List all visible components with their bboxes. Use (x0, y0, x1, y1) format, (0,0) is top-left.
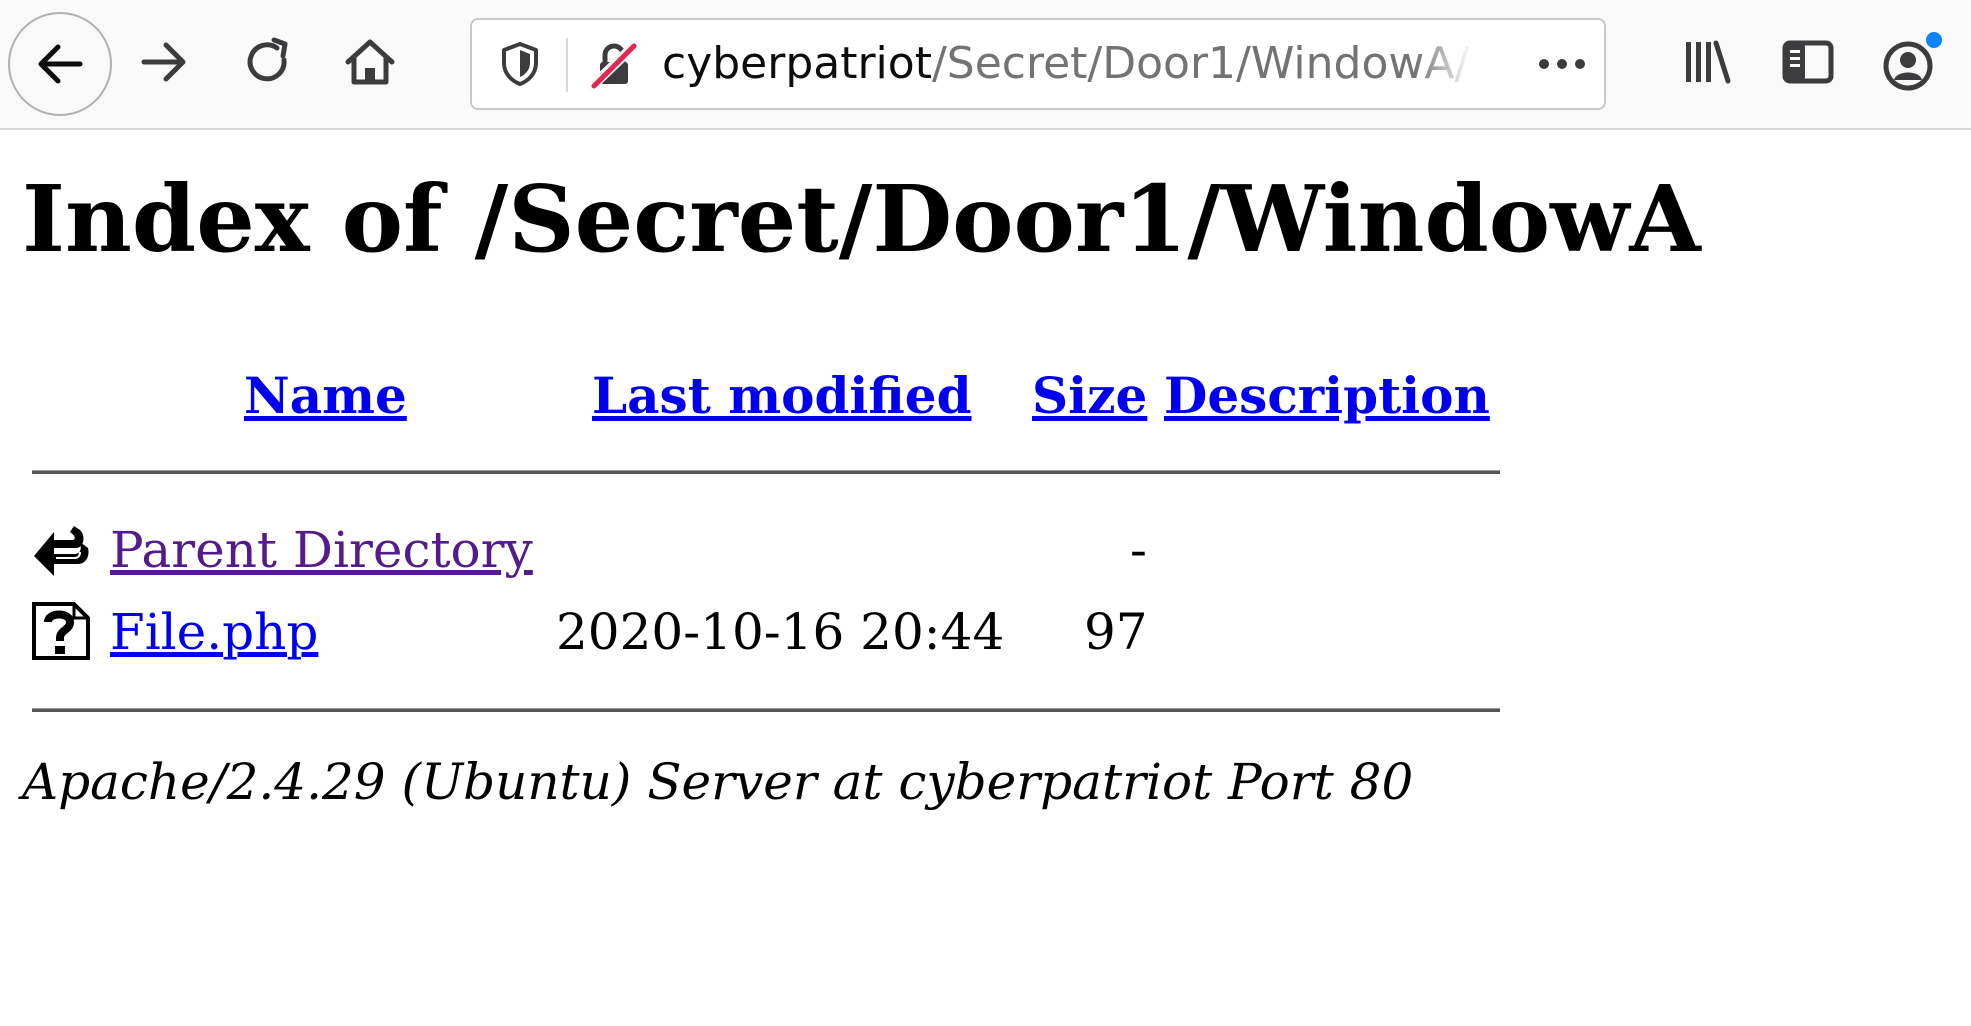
more-dots-icon (1539, 59, 1585, 69)
library-button[interactable] (1676, 30, 1740, 94)
home-icon (345, 39, 395, 85)
url-text[interactable]: cyberpatriot/Secret/Door1/WindowA/ (662, 20, 1472, 108)
sort-by-description-link[interactable]: Description (1164, 364, 1490, 428)
page-title: Index of /Secret/Door1/WindowA (22, 165, 1701, 273)
account-button[interactable] (1876, 28, 1946, 98)
url-host: cyberpatriot (662, 38, 932, 89)
insecure-connection-lock-icon[interactable] (586, 36, 642, 92)
file-link-file-php[interactable]: File.php (110, 600, 318, 664)
forward-arrow-icon (141, 42, 186, 82)
browser-toolbar: cyberpatriot/Secret/Door1/WindowA/ (0, 0, 1971, 130)
reload-icon (247, 37, 288, 82)
account-icon (1883, 32, 1942, 91)
page-actions-button[interactable] (1532, 38, 1592, 90)
sort-by-name-link[interactable]: Name (244, 364, 407, 428)
sort-by-last-modified-link[interactable]: Last modified (592, 364, 972, 428)
tracking-protection-shield-icon[interactable] (494, 38, 546, 90)
sidebar-icon (1782, 40, 1834, 84)
back-button[interactable] (8, 12, 112, 116)
parent-directory-link[interactable]: Parent Directory (110, 518, 533, 582)
header-divider (32, 470, 1500, 474)
home-button[interactable] (338, 30, 402, 94)
address-bar[interactable]: cyberpatriot/Secret/Door1/WindowA/ (470, 18, 1606, 110)
back-arrow-icon (38, 44, 83, 84)
server-signature: Apache/2.4.29 (Ubuntu) Server at cyberpa… (22, 753, 1414, 811)
file-last-modified: 2020-10-16 20:44 (556, 603, 1005, 661)
url-path: /Secret/Door1/WindowA/ (931, 38, 1470, 89)
footer-divider (32, 708, 1500, 712)
parent-directory-back-arrow-icon (34, 526, 89, 576)
sort-by-size-link[interactable]: Size (1032, 364, 1147, 428)
file-size: 97 (1084, 603, 1148, 661)
unknown-file-icon (32, 602, 90, 660)
forward-button[interactable] (132, 30, 196, 94)
library-icon (1686, 40, 1731, 84)
urlbar-separator (566, 38, 568, 92)
sidebar-button[interactable] (1776, 30, 1840, 94)
parent-directory-size: - (1130, 521, 1147, 579)
reload-button[interactable] (236, 30, 300, 94)
